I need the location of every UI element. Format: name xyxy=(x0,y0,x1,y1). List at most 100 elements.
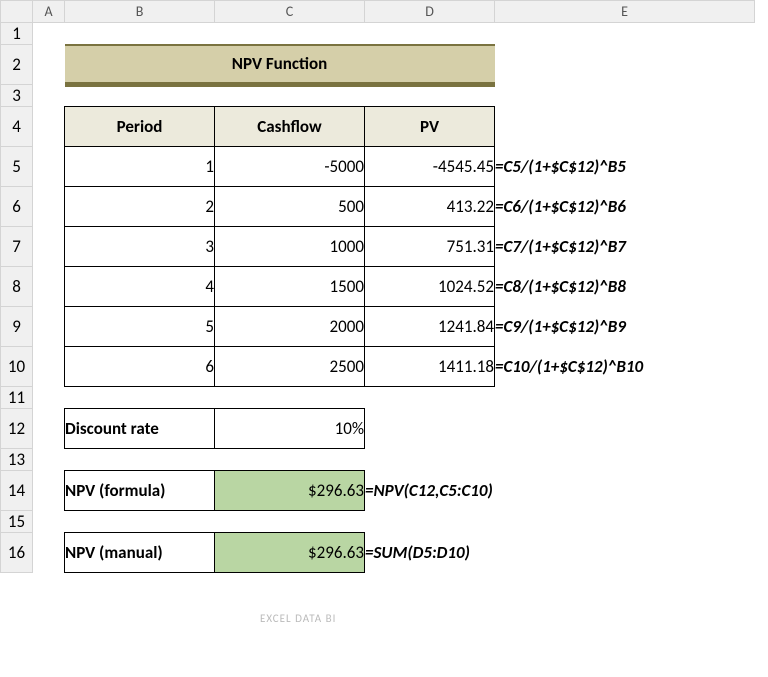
npv-formula-label[interactable]: NPV (formula) xyxy=(65,471,215,511)
cell-cashflow[interactable]: 2000 xyxy=(215,307,365,347)
cell-D13[interactable] xyxy=(365,449,495,471)
npv-formula-value[interactable]: $296.63 xyxy=(215,471,365,511)
formula-text[interactable]: =C8/(1+$C$12)^B8 xyxy=(495,267,755,307)
cell-A8[interactable] xyxy=(33,267,65,307)
cell-A7[interactable] xyxy=(33,227,65,267)
row-header-2[interactable]: 2 xyxy=(1,45,33,85)
npv-manual-value[interactable]: $296.63 xyxy=(215,533,365,573)
cell-B3[interactable] xyxy=(65,85,215,107)
cell-C11[interactable] xyxy=(215,387,365,409)
cell-A5[interactable] xyxy=(33,147,65,187)
cell-pv[interactable]: 751.31 xyxy=(365,227,495,267)
formula-text[interactable]: =C6/(1+$C$12)^B6 xyxy=(495,187,755,227)
col-header-C[interactable]: C xyxy=(215,1,365,23)
col-header-D[interactable]: D xyxy=(365,1,495,23)
row-header-1[interactable]: 1 xyxy=(1,23,33,45)
discount-rate-value[interactable]: 10% xyxy=(215,409,365,449)
cell-C1[interactable] xyxy=(215,23,365,45)
cell-cashflow[interactable]: -5000 xyxy=(215,147,365,187)
header-pv[interactable]: PV xyxy=(365,107,495,147)
cell-D12[interactable] xyxy=(365,409,495,449)
row-header-7[interactable]: 7 xyxy=(1,227,33,267)
cell-A4[interactable] xyxy=(33,107,65,147)
cell-C3[interactable] xyxy=(215,85,365,107)
cell-B11[interactable] xyxy=(65,387,215,409)
cell-period[interactable]: 6 xyxy=(65,347,215,387)
spreadsheet: A B C D E 1 2 NPV Function 3 4 Period Ca… xyxy=(0,0,755,573)
formula-text[interactable]: =C9/(1+$C$12)^B9 xyxy=(495,307,755,347)
row-2: 2 NPV Function xyxy=(1,45,755,85)
cell-A2[interactable] xyxy=(33,45,65,85)
cell-period[interactable]: 1 xyxy=(65,147,215,187)
cell-cashflow[interactable]: 1000 xyxy=(215,227,365,267)
cell-A15[interactable] xyxy=(33,511,65,533)
cell-E1[interactable] xyxy=(495,23,755,45)
cell-D15[interactable] xyxy=(365,511,495,533)
npv-formula-text[interactable]: =NPV(C12,C5:C10) xyxy=(365,471,755,511)
formula-text[interactable]: =C5/(1+$C$12)^B5 xyxy=(495,147,755,187)
cell-A6[interactable] xyxy=(33,187,65,227)
cell-pv[interactable]: 1241.84 xyxy=(365,307,495,347)
cell-D11[interactable] xyxy=(365,387,495,409)
cell-E4[interactable] xyxy=(495,107,755,147)
cell-A1[interactable] xyxy=(33,23,65,45)
row-header-10[interactable]: 10 xyxy=(1,347,33,387)
cell-C15[interactable] xyxy=(215,511,365,533)
row-header-3[interactable]: 3 xyxy=(1,85,33,107)
cell-E3[interactable] xyxy=(495,85,755,107)
cell-A14[interactable] xyxy=(33,471,65,511)
cell-A3[interactable] xyxy=(33,85,65,107)
cell-cashflow[interactable]: 2500 xyxy=(215,347,365,387)
col-header-E[interactable]: E xyxy=(495,1,755,23)
cell-E2[interactable] xyxy=(495,45,755,85)
cell-C13[interactable] xyxy=(215,449,365,471)
cell-period[interactable]: 2 xyxy=(65,187,215,227)
cell-E13[interactable] xyxy=(495,449,755,471)
header-cashflow[interactable]: Cashflow xyxy=(215,107,365,147)
cell-A16[interactable] xyxy=(33,533,65,573)
cell-period[interactable]: 4 xyxy=(65,267,215,307)
title[interactable]: NPV Function xyxy=(65,45,495,85)
cell-pv[interactable]: 1024.52 xyxy=(365,267,495,307)
select-all-corner[interactable] xyxy=(1,1,33,23)
cell-D1[interactable] xyxy=(365,23,495,45)
cell-pv[interactable]: -4545.45 xyxy=(365,147,495,187)
discount-rate-label[interactable]: Discount rate xyxy=(65,409,215,449)
row-header-11[interactable]: 11 xyxy=(1,387,33,409)
formula-text[interactable]: =C10/(1+$C$12)^B10 xyxy=(495,347,755,387)
formula-text[interactable]: =C7/(1+$C$12)^B7 xyxy=(495,227,755,267)
cell-A12[interactable] xyxy=(33,409,65,449)
cell-period[interactable]: 3 xyxy=(65,227,215,267)
cell-pv[interactable]: 413.22 xyxy=(365,187,495,227)
npv-manual-label[interactable]: NPV (manual) xyxy=(65,533,215,573)
row-header-9[interactable]: 9 xyxy=(1,307,33,347)
row-header-13[interactable]: 13 xyxy=(1,449,33,471)
cell-E11[interactable] xyxy=(495,387,755,409)
col-header-A[interactable]: A xyxy=(33,1,65,23)
row-header-4[interactable]: 4 xyxy=(1,107,33,147)
row-header-12[interactable]: 12 xyxy=(1,409,33,449)
cell-A10[interactable] xyxy=(33,347,65,387)
cell-pv[interactable]: 1411.18 xyxy=(365,347,495,387)
cell-B1[interactable] xyxy=(65,23,215,45)
npv-manual-text[interactable]: =SUM(D5:D10) xyxy=(365,533,755,573)
cell-E15[interactable] xyxy=(495,511,755,533)
row-header-14[interactable]: 14 xyxy=(1,471,33,511)
header-period[interactable]: Period xyxy=(65,107,215,147)
cell-E12[interactable] xyxy=(495,409,755,449)
cell-D3[interactable] xyxy=(365,85,495,107)
cell-period[interactable]: 5 xyxy=(65,307,215,347)
col-header-B[interactable]: B xyxy=(65,1,215,23)
cell-B13[interactable] xyxy=(65,449,215,471)
cell-A13[interactable] xyxy=(33,449,65,471)
row-header-6[interactable]: 6 xyxy=(1,187,33,227)
row-header-15[interactable]: 15 xyxy=(1,511,33,533)
row-header-5[interactable]: 5 xyxy=(1,147,33,187)
cell-cashflow[interactable]: 1500 xyxy=(215,267,365,307)
row-header-8[interactable]: 8 xyxy=(1,267,33,307)
cell-A9[interactable] xyxy=(33,307,65,347)
cell-B15[interactable] xyxy=(65,511,215,533)
cell-cashflow[interactable]: 500 xyxy=(215,187,365,227)
cell-A11[interactable] xyxy=(33,387,65,409)
row-header-16[interactable]: 16 xyxy=(1,533,33,573)
